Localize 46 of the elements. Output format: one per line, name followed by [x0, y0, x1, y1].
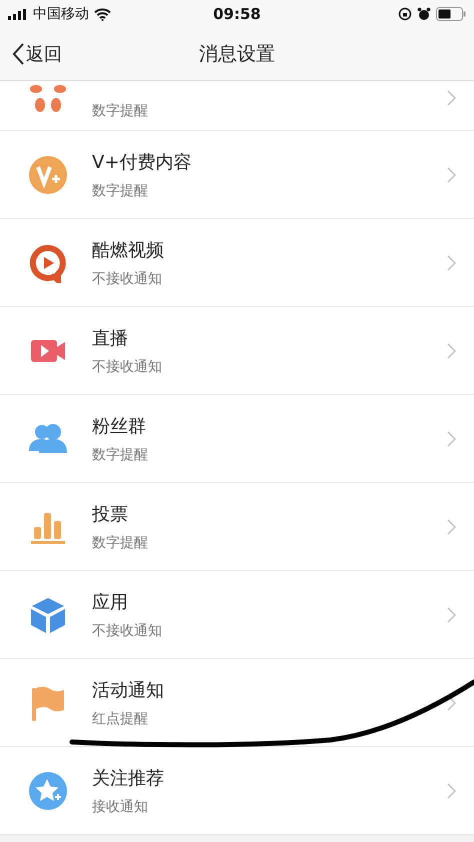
- row-title: 酷燃视频: [92, 238, 164, 262]
- row-title: V+付费内容: [92, 150, 192, 174]
- settings-row[interactable]: V+付费内容 数字提醒: [0, 131, 474, 218]
- page-title: 消息设置: [199, 42, 275, 67]
- row-subtitle: 不接收通知: [92, 622, 162, 640]
- row-subtitle: 不接收通知: [92, 358, 162, 376]
- settings-row[interactable]: 粉丝群 数字提醒: [0, 395, 474, 482]
- chevron-icon: [447, 254, 456, 270]
- settings-row[interactable]: 投票 数字提醒: [0, 483, 474, 570]
- row-subtitle: 不接收通知: [92, 270, 162, 288]
- row-title: 活动通知: [92, 678, 164, 702]
- signal-icon: [8, 8, 28, 20]
- alarm-icon: [417, 7, 431, 21]
- wifi-icon: [94, 8, 111, 20]
- row-title: 粉丝群: [92, 414, 146, 438]
- row-subtitle: 数字提醒: [92, 182, 148, 200]
- row-subtitle: 数字提醒: [92, 446, 148, 464]
- chevron-icon: [447, 90, 456, 106]
- chevron-icon: [447, 430, 456, 446]
- settings-row[interactable]: 数字提醒: [0, 81, 474, 130]
- v-plus-icon: [28, 154, 68, 194]
- row-title: 应用: [92, 590, 128, 614]
- settings-row[interactable]: 关注推荐 接收通知: [0, 747, 474, 834]
- chevron-icon: [447, 782, 456, 798]
- settings-row[interactable]: 直播 不接收通知: [0, 307, 474, 394]
- row-title: 直播: [92, 326, 128, 350]
- settings-row[interactable]: 酷燃视频 不接收通知: [0, 219, 474, 306]
- carrier-label: 中国移动: [33, 5, 89, 23]
- row-subtitle: 红点提醒: [92, 710, 148, 728]
- back-button[interactable]: 返回: [0, 41, 68, 67]
- video-bubble-icon: [28, 242, 68, 282]
- back-chevron-icon: [12, 43, 24, 65]
- battery-icon: [436, 7, 466, 21]
- chevron-icon: [447, 166, 456, 182]
- settings-row[interactable]: 活动通知 红点提醒: [0, 659, 474, 746]
- row-title: 投票: [92, 502, 128, 526]
- row-title: 关注推荐: [92, 766, 164, 790]
- clock-time: 09:58: [213, 5, 261, 23]
- settings-row[interactable]: 应用 不接收通知: [0, 571, 474, 658]
- chevron-icon: [447, 518, 456, 534]
- chevron-icon: [447, 606, 456, 622]
- row-subtitle: 数字提醒: [92, 534, 148, 552]
- row-subtitle: 接收通知: [92, 798, 148, 816]
- rotation-lock-icon: [398, 7, 412, 21]
- chevron-icon: [447, 342, 456, 358]
- row-subtitle: 数字提醒: [92, 102, 148, 120]
